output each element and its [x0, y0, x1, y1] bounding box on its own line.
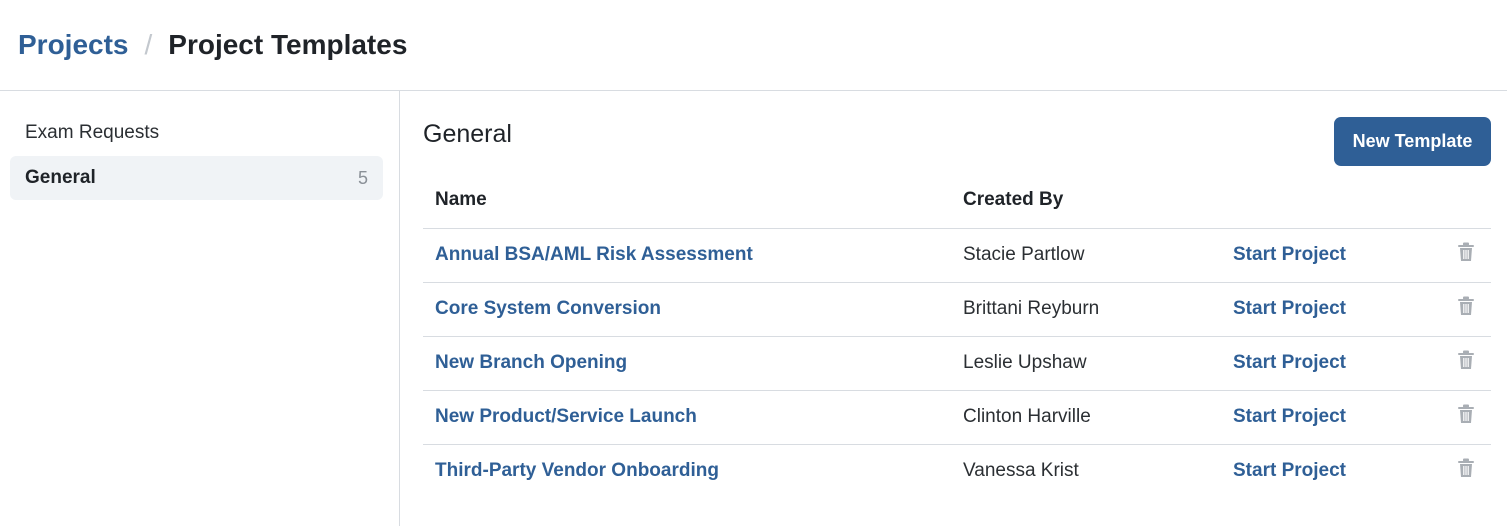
delete-cell: [1441, 336, 1491, 390]
new-template-button[interactable]: New Template: [1334, 117, 1491, 166]
template-name-cell: New Branch Opening: [423, 336, 951, 390]
trash-icon[interactable]: [1457, 404, 1475, 424]
table-row: Annual BSA/AML Risk Assessment Stacie Par…: [423, 228, 1491, 282]
template-name-cell: New Product/Service Launch: [423, 390, 951, 444]
created-by-cell: Leslie Upshaw: [963, 352, 1087, 373]
table-row: Core System Conversion Brittani Reyburn St…: [423, 282, 1491, 336]
start-project-cell: Start Project: [1221, 282, 1441, 336]
column-header-name: Name: [435, 189, 487, 210]
column-header-delete: [1441, 183, 1491, 228]
start-project-link[interactable]: Start Project: [1233, 298, 1346, 319]
trash-icon[interactable]: [1457, 242, 1475, 262]
main-content: General New Template Name Created By Ann…: [401, 91, 1507, 526]
start-project-cell: Start Project: [1221, 390, 1441, 444]
table-body: Annual BSA/AML Risk Assessment Stacie Par…: [423, 228, 1491, 498]
column-header-created-by: Created By: [963, 189, 1064, 210]
start-project-cell: Start Project: [1221, 336, 1441, 390]
sidebar-item-label: Exam Requests: [25, 122, 160, 143]
table-row: New Branch Opening Leslie Upshaw Start Pro…: [423, 336, 1491, 390]
table-row: Third-Party Vendor Onboarding Vanessa Kri…: [423, 444, 1491, 498]
trash-icon[interactable]: [1457, 296, 1475, 316]
template-name-link[interactable]: Core System Conversion: [435, 298, 661, 319]
section-header: General New Template: [423, 91, 1491, 183]
template-name-link[interactable]: New Product/Service Launch: [435, 406, 697, 427]
breadcrumb-separator: /: [144, 29, 153, 60]
table-row: New Product/Service Launch Clinton Harvil…: [423, 390, 1491, 444]
table-header-row: Name Created By: [423, 183, 1491, 228]
start-project-cell: Start Project: [1221, 444, 1441, 498]
start-project-link[interactable]: Start Project: [1233, 460, 1346, 481]
page-title: Project Templates: [168, 29, 408, 60]
trash-icon[interactable]: [1457, 350, 1475, 370]
sidebar-item-count: 5: [357, 167, 368, 188]
sidebar-item-general[interactable]: General 5: [10, 156, 383, 200]
sidebar-item-label: General: [25, 167, 96, 188]
page-header: Projects / Project Templates: [0, 0, 1507, 91]
trash-icon[interactable]: [1457, 458, 1475, 478]
template-name-link[interactable]: Third-Party Vendor Onboarding: [435, 460, 719, 481]
delete-cell: [1441, 444, 1491, 498]
sidebar: Exam Requests General 5: [0, 91, 400, 526]
column-header-action: [1221, 183, 1441, 228]
delete-cell: [1441, 282, 1491, 336]
start-project-link[interactable]: Start Project: [1233, 352, 1346, 373]
start-project-link[interactable]: Start Project: [1233, 406, 1346, 427]
delete-cell: [1441, 390, 1491, 444]
breadcrumb-projects-link[interactable]: Projects: [18, 29, 129, 61]
template-name-cell: Annual BSA/AML Risk Assessment: [423, 228, 951, 282]
template-name-cell: Third-Party Vendor Onboarding: [423, 444, 951, 498]
template-name-link[interactable]: New Branch Opening: [435, 352, 627, 373]
created-by-cell: Brittani Reyburn: [963, 298, 1100, 319]
template-name-cell: Core System Conversion: [423, 282, 951, 336]
section-title: General: [423, 120, 512, 148]
sidebar-item-exam-requests[interactable]: Exam Requests: [10, 111, 383, 155]
start-project-link[interactable]: Start Project: [1233, 244, 1346, 265]
template-name-link[interactable]: Annual BSA/AML Risk Assessment: [435, 244, 753, 265]
created-by-cell: Clinton Harville: [963, 406, 1091, 427]
created-by-cell: Vanessa Krist: [963, 460, 1079, 482]
templates-table: Name Created By Annual BSA/AML Risk Asse…: [423, 183, 1491, 498]
created-by-cell: Stacie Partlow: [963, 244, 1085, 265]
delete-cell: [1441, 228, 1491, 282]
start-project-cell: Start Project: [1221, 228, 1441, 282]
